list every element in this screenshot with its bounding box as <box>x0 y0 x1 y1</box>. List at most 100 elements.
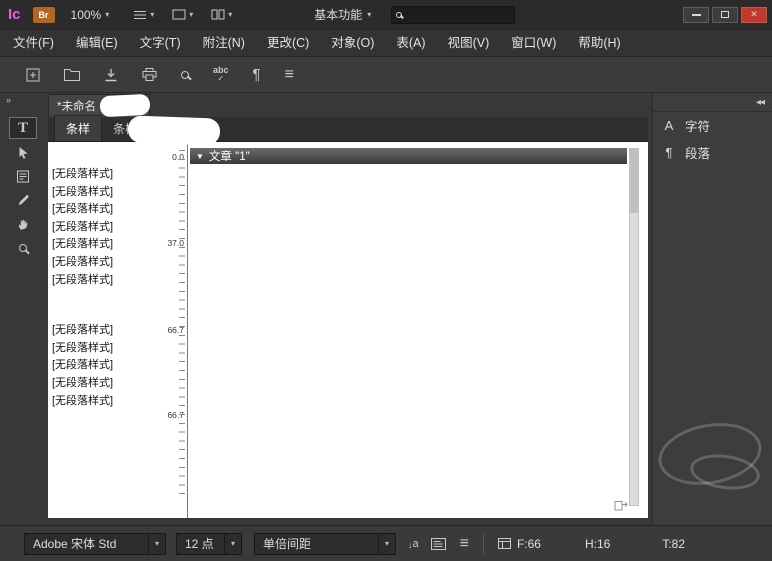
paragraph-style-label: [无段落样式] <box>50 219 160 237</box>
workspace-switcher[interactable]: 基本功能 ▾ <box>314 6 371 23</box>
count-h: H:16 <box>585 537 610 551</box>
printer-icon <box>142 68 157 81</box>
depth-ruler-ticks <box>179 150 185 502</box>
menu-object[interactable]: 对象(O) <box>320 30 385 56</box>
hand-tool[interactable] <box>9 213 37 235</box>
minimize-button[interactable] <box>683 7 709 23</box>
menu-changes[interactable]: 更改(C) <box>256 30 320 56</box>
type-tool[interactable]: T <box>9 117 37 139</box>
font-size-select[interactable]: 12 点 ▾ <box>176 533 242 555</box>
panel-character[interactable]: A 字符 <box>653 112 772 139</box>
paragraph-style-label: [无段落样式] <box>50 201 160 219</box>
font-family-select[interactable]: Adobe 宋体 Std ▾ <box>24 533 166 555</box>
view-options-dropdown[interactable]: ▾ <box>133 10 154 20</box>
spell-check-icon: abc ✓ <box>213 66 229 83</box>
spell-check-button[interactable]: abc ✓ <box>213 66 229 83</box>
menu-help[interactable]: 帮助(H) <box>567 30 631 56</box>
new-document-icon <box>26 68 40 82</box>
menu-table[interactable]: 表(A) <box>385 30 436 56</box>
column-divider <box>187 142 188 518</box>
toolbar-menu-button[interactable]: ≡ <box>285 66 294 84</box>
chevron-down-icon: ▾ <box>150 10 154 19</box>
menu-file[interactable]: 文件(F) <box>2 30 65 56</box>
story-title: 文章 "1" <box>209 148 250 164</box>
minimize-icon <box>692 14 701 16</box>
workspace-label: 基本功能 <box>314 6 362 23</box>
screen-mode-dropdown[interactable]: ▾ <box>172 9 193 20</box>
pilcrow-icon: ¶ <box>253 66 261 83</box>
zoom-dropdown[interactable]: 100% ▾ <box>71 8 110 22</box>
arrange-documents-dropdown[interactable]: ▾ <box>211 9 232 20</box>
folder-icon <box>64 68 80 81</box>
open-button[interactable] <box>64 68 80 81</box>
document-tab-title: *未命名 <box>57 98 96 114</box>
galley-area: [无段落样式] [无段落样式] [无段落样式] [无段落样式] [无段落样式] … <box>48 142 648 518</box>
title-bar: Ic Br 100% ▾ ▾ ▾ ▾ 基本功能 ▾ ✕ <box>0 0 772 30</box>
incopy-window: Ic Br 100% ▾ ▾ ▾ ▾ 基本功能 ▾ ✕ <box>0 0 772 561</box>
type-tool-icon: T <box>18 120 28 137</box>
chevron-down-icon: ▾ <box>231 539 235 548</box>
close-icon: ✕ <box>750 9 758 20</box>
paragraph-panel-icon: ¶ <box>653 145 685 160</box>
statusbar-menu-button[interactable]: ≡ <box>460 535 469 553</box>
find-button[interactable] <box>181 71 189 79</box>
note-tool[interactable] <box>9 165 37 187</box>
chevron-down-icon: ▾ <box>228 10 232 19</box>
paragraph-style-label: [无段落样式] <box>50 236 160 254</box>
eyedropper-icon <box>17 194 29 206</box>
paragraph-style-label: [无段落样式] <box>50 166 160 184</box>
baseline-shift-button[interactable]: ↓ a <box>408 538 419 550</box>
menu-notes[interactable]: 附注(N) <box>192 30 256 56</box>
menu-type[interactable]: 文字(T) <box>129 30 192 56</box>
paragraph-style-label: [无段落样式] <box>50 393 160 411</box>
chevron-down-icon: ▾ <box>155 539 159 548</box>
count-t: T:82 <box>662 537 685 551</box>
show-hidden-characters-button[interactable]: ¶ <box>253 66 261 83</box>
window-controls: ✕ <box>683 7 767 23</box>
menu-window[interactable]: 窗口(W) <box>500 30 567 56</box>
zoom-value: 100% <box>71 8 102 22</box>
search-box[interactable] <box>391 6 515 24</box>
info-column-toggle[interactable] <box>431 538 446 550</box>
zoom-tool[interactable] <box>9 237 37 259</box>
new-document-button[interactable] <box>26 68 40 82</box>
story-header-bar[interactable]: ▼ 文章 "1" <box>190 148 627 164</box>
paragraph-style-label: [无段落样式] <box>50 322 160 340</box>
paragraph-style-label: [无段落样式] <box>50 184 160 202</box>
search-input[interactable] <box>406 9 510 21</box>
chevron-down-icon: ▾ <box>367 10 371 19</box>
arrange-documents-icon <box>211 9 225 20</box>
dock-header: ◀◀ <box>653 93 772 112</box>
collapse-tools-icon[interactable]: » <box>6 95 10 105</box>
expand-panels-icon[interactable]: ◀◀ <box>756 98 764 106</box>
main-content: » T <box>0 93 772 525</box>
position-tool-icon <box>18 146 29 159</box>
save-button[interactable] <box>104 68 118 82</box>
paragraph-style-label: [无段落样式] <box>50 272 160 290</box>
panel-paragraph[interactable]: ¶ 段落 <box>653 139 772 166</box>
bridge-button[interactable]: Br <box>33 7 55 23</box>
scrollbar-thumb[interactable] <box>630 149 638 213</box>
search-icon <box>396 12 402 18</box>
eraser-artifact <box>128 115 221 145</box>
baseline-char-icon: a <box>413 538 419 550</box>
collapse-story-icon[interactable]: ▼ <box>196 152 204 161</box>
page-jump-button[interactable] <box>614 499 628 514</box>
menu-view[interactable]: 视图(V) <box>437 30 501 56</box>
separator <box>483 533 484 555</box>
panel-character-label: 字符 <box>685 116 710 135</box>
vertical-scrollbar[interactable] <box>629 148 639 506</box>
tab-galley[interactable]: 条样 <box>54 115 102 141</box>
close-button[interactable]: ✕ <box>741 7 767 23</box>
leading-select[interactable]: 单倍间距 ▾ <box>254 533 396 555</box>
paragraph-style-label: [无段落样式] <box>50 340 160 358</box>
position-tool[interactable] <box>9 141 37 163</box>
print-button[interactable] <box>142 68 157 81</box>
hamburger-icon: ≡ <box>285 66 294 84</box>
application-toolbar: abc ✓ ¶ ≡ <box>0 57 772 93</box>
tools-panel: » T <box>0 93 46 525</box>
count-grid-icon <box>498 538 511 549</box>
menu-edit[interactable]: 编辑(E) <box>65 30 129 56</box>
maximize-button[interactable] <box>712 7 738 23</box>
eyedropper-tool[interactable] <box>9 189 37 211</box>
